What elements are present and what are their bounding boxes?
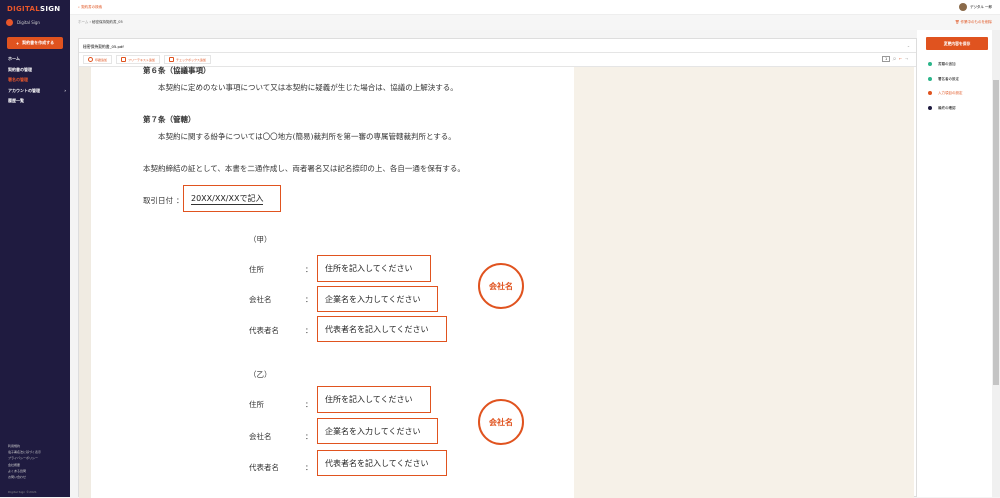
- chevron-right-icon: ›: [64, 87, 66, 93]
- date-label: 取引日付: [143, 196, 173, 205]
- search-link[interactable]: ⌕ 契約書の検索: [78, 5, 102, 10]
- party-a-company-stamp[interactable]: 会社名: [478, 263, 524, 309]
- step-dot-icon: [928, 76, 932, 81]
- article-6-title: 第６条（協議事項）: [143, 66, 211, 75]
- breadcrumb-current: 秘密保持契約書_05: [92, 20, 123, 24]
- colon: ：: [305, 295, 313, 304]
- checkbox-icon: [168, 57, 174, 62]
- address-label: 住所: [249, 265, 264, 274]
- step-dot-icon: [928, 91, 932, 95]
- step-input-fields: 入力項目の設定: [928, 91, 963, 106]
- page-input[interactable]: 1: [882, 56, 890, 62]
- add-checkbox-button[interactable]: チェックボックス追加: [163, 55, 211, 64]
- add-stamp-button[interactable]: 印鑑追加: [83, 55, 113, 64]
- colon: ：: [305, 432, 313, 441]
- address-label: 住所: [249, 400, 264, 409]
- scrollbar[interactable]: [992, 30, 1000, 497]
- article-7-body: 本契約に関する紛争については〇〇地方(簡易)裁判所を第一審の専属管轄裁判所とする…: [158, 132, 456, 141]
- party-b-address-field[interactable]: 住所を記入してください: [317, 386, 431, 413]
- document-page: 第６条（協議事項） 本契約に定めのない事項について又は本契約に疑義が生じた場合は…: [91, 66, 574, 498]
- party-a-company-field[interactable]: 企業名を入力してください: [317, 286, 438, 312]
- right-panel: 変更内容を保存 書類の追加 署名者の設定 入力項目の設定 最終の確認: [917, 30, 992, 497]
- sidebar: DIGITALSIGN Digital Sign + 契約書を作成する ホーム 契…: [0, 0, 70, 497]
- copyright: Digital Sign ©2021: [8, 490, 37, 494]
- delete-draft-link[interactable]: 🗑 作業中のものを削除: [955, 20, 992, 25]
- avatar: [6, 19, 13, 26]
- progress-steps: 書類の追加 署名者の設定 入力項目の設定 最終の確認: [928, 62, 963, 120]
- date-field[interactable]: 20XX/XX/XXで記入: [183, 185, 281, 212]
- breadcrumb: ホーム › 秘密保持契約書_05 🗑 作業中のものを削除: [70, 15, 1000, 30]
- top-bar: ⌕ 契約書の検索 デジタル 一郎: [70, 0, 1000, 15]
- account-switcher[interactable]: Digital Sign: [6, 19, 40, 26]
- logo[interactable]: DIGITALSIGN: [7, 5, 60, 13]
- sidebar-item-history[interactable]: 履歴一覧: [8, 98, 66, 109]
- save-changes-button[interactable]: 変更内容を保存: [926, 37, 988, 50]
- scrollbar-thumb[interactable]: [993, 80, 999, 385]
- avatar: [958, 3, 967, 11]
- sidebar-item-signatures[interactable]: 署名の管理: [8, 77, 66, 88]
- party-a-title: （甲）: [249, 235, 272, 244]
- company-label: 会社名: [249, 432, 272, 441]
- text-icon: [121, 57, 127, 62]
- party-a-representative-field[interactable]: 代表者名を記入してください: [317, 316, 447, 342]
- company-label: 会社名: [249, 295, 272, 304]
- pager: 1/2 ← →: [882, 56, 908, 62]
- step-dot-icon: [928, 62, 932, 66]
- footer-link[interactable]: プライバシーポリシー: [8, 455, 41, 461]
- party-b-representative-field[interactable]: 代表者名を記入してください: [317, 450, 447, 476]
- chevron-down-icon: ⌄: [906, 43, 910, 48]
- create-contract-button[interactable]: + 契約書を作成する: [7, 37, 63, 49]
- colon: ：: [305, 463, 313, 472]
- sidebar-item-contracts[interactable]: 契約書の管理: [8, 67, 66, 78]
- colon: ：: [305, 400, 313, 409]
- colon: ：: [305, 326, 313, 335]
- next-page-icon[interactable]: →: [905, 57, 908, 61]
- article-7-title: 第７条（管轄）: [143, 115, 196, 124]
- step-signers: 署名者の設定: [928, 76, 963, 92]
- footer-link[interactable]: お問い合わせ: [8, 474, 41, 480]
- party-b-company-stamp[interactable]: 会社名: [478, 399, 524, 445]
- prev-page-icon[interactable]: ←: [899, 57, 902, 61]
- document-viewer: 第６条（協議事項） 本契約に定めのない事項について又は本契約に疑義が生じた場合は…: [79, 66, 914, 498]
- add-free-text-button[interactable]: フリーテキスト追加: [116, 55, 160, 64]
- viewer-gutter: [79, 67, 91, 498]
- sidebar-item-account[interactable]: アカウントの管理 ›: [8, 88, 66, 99]
- date-value: 20XX/XX/XXで記入: [191, 193, 264, 205]
- plus-icon: +: [15, 40, 20, 46]
- file-selector[interactable]: 秘密保持契約書_05.pdf ⌄: [79, 39, 916, 53]
- closing-text: 本契約締結の証として、本書を二通作成し、両者署名又は記名捺印の上、各自一通を保有…: [143, 164, 465, 173]
- user-menu[interactable]: デジタル 一郎: [958, 3, 992, 11]
- step-dot-icon: [928, 105, 932, 110]
- step-add-document: 書類の追加: [928, 62, 963, 77]
- sidebar-item-home[interactable]: ホーム: [8, 56, 66, 67]
- stamp-icon: [88, 57, 93, 62]
- party-a-address-field[interactable]: 住所を記入してください: [317, 255, 431, 282]
- party-b-title: （乙）: [249, 370, 272, 379]
- step-final-check: 最終の確認: [928, 105, 963, 121]
- breadcrumb-home[interactable]: ホーム: [78, 20, 88, 24]
- representative-label: 代表者名: [249, 463, 279, 472]
- colon: ：: [305, 265, 313, 274]
- document-editor: 秘密保持契約書_05.pdf ⌄ 印鑑追加 フリーテキスト追加 チェックボックス追…: [78, 38, 917, 498]
- party-b-company-field[interactable]: 企業名を入力してください: [317, 418, 438, 444]
- representative-label: 代表者名: [249, 326, 279, 335]
- article-6-body: 本契約に定めのない事項について又は本契約に疑義が生じた場合は、協議の上解決する。: [158, 83, 458, 92]
